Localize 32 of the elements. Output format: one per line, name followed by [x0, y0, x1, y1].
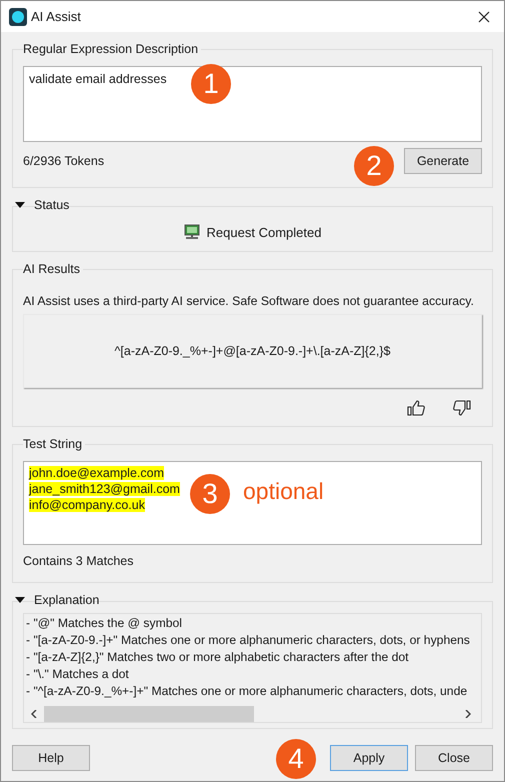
thumbs-up-icon[interactable] — [407, 400, 425, 416]
token-count: 6/2936 Tokens — [23, 154, 104, 168]
step-badge: 2 — [354, 146, 394, 186]
generate-button[interactable]: Generate — [404, 148, 482, 174]
collapse-arrow-icon[interactable] — [15, 201, 25, 209]
apply-button[interactable]: Apply — [330, 745, 408, 771]
explanation-line: - "\." Matches a dot — [26, 666, 130, 683]
app-icon — [9, 8, 27, 26]
help-button[interactable]: Help — [12, 745, 90, 771]
section-label: Status — [34, 198, 70, 212]
group-label: Regular Expression Description — [23, 41, 202, 57]
close-icon — [478, 11, 490, 23]
explanation-line: - "^[a-zA-Z0-9._%+-]+" Matches one or more alphanumeric characters, dots, unde — [26, 683, 468, 700]
section-label: Explanation — [34, 593, 100, 607]
regex-result: ^[a-zA-Z0-9._%+-]+@[a-zA-Z0-9.-]+\.[a-zA-Z]{2,}$ — [23, 314, 482, 388]
scroll-left-icon — [31, 710, 37, 718]
scroll-right-icon — [465, 710, 471, 718]
thumbs-down-icon[interactable] — [453, 400, 471, 416]
monitor-icon — [184, 224, 200, 240]
close-button[interactable]: Close — [415, 745, 493, 771]
collapse-arrow-icon[interactable] — [15, 596, 25, 604]
window-title: AI Assist — [31, 9, 81, 24]
explanation-line: - "[a-zA-Z0-9.-]+" Matches one or more alphanumeric characters, dots, or hyphens — [26, 632, 471, 649]
match-count: Contains 3 Matches — [23, 554, 134, 568]
explanation-line: - "@" Matches the @ symbol — [26, 615, 183, 632]
scrollbar-thumb[interactable] — [44, 706, 254, 722]
disclaimer-text: AI Assist uses a third-party AI service. Safe Software does not guarantee accuracy. — [23, 294, 475, 308]
explanation-line: - "[a-zA-Z]{2,}" Matches two or more alphabetic characters after the dot — [26, 649, 410, 666]
callout-note: optional — [243, 478, 324, 505]
step-badge: 4 — [276, 739, 316, 779]
group-label: Test String — [23, 436, 86, 452]
status-message: Request Completed — [206, 224, 322, 240]
